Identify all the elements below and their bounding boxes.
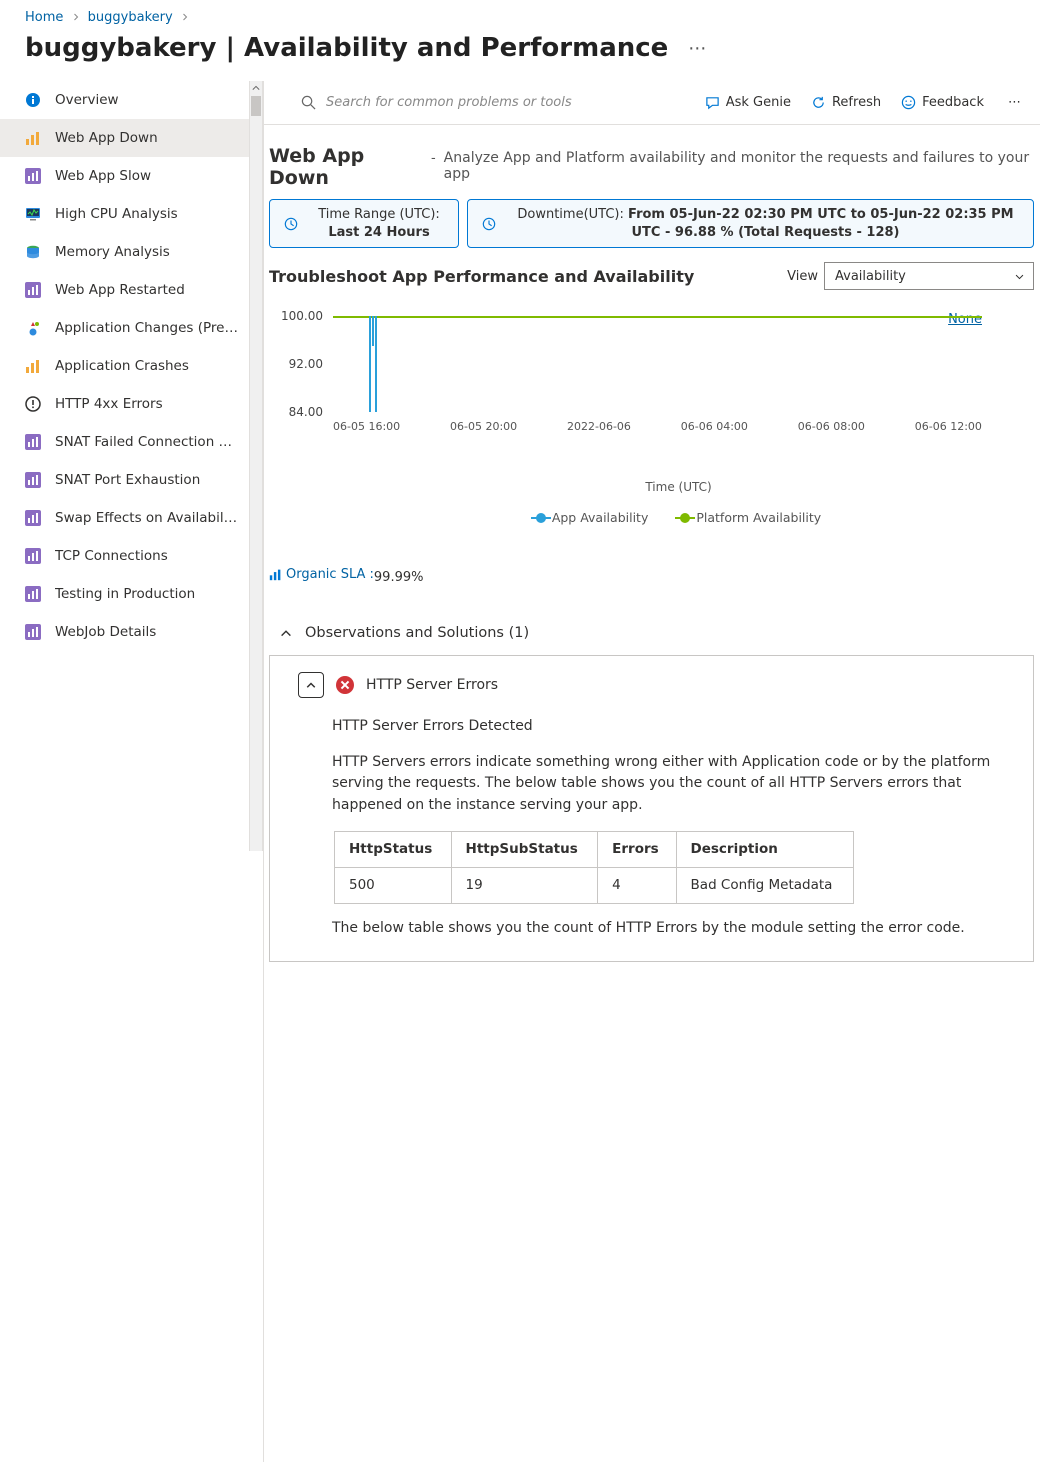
breadcrumb-project[interactable]: buggybakery	[88, 10, 173, 25]
chart-legend: App Availability Platform Availability	[269, 494, 1034, 525]
clock-icon	[482, 217, 496, 231]
page-title: buggybakery | Availability and Performan…	[25, 33, 668, 63]
breadcrumb: Home buggybakery	[0, 0, 1040, 31]
sidebar-item-label: Overview	[55, 92, 119, 108]
database-icon	[24, 243, 42, 261]
bar-chart-purple-icon	[24, 471, 42, 489]
section-heading: Web App Down	[269, 145, 423, 189]
panel-collapse-button[interactable]	[298, 672, 324, 698]
sidebar-item-tcp[interactable]: TCP Connections	[0, 537, 249, 575]
bar-chart-purple-icon	[24, 281, 42, 299]
more-actions-button[interactable]: ⋯	[688, 38, 707, 59]
sidebar-item-crashes[interactable]: Application Crashes	[0, 347, 249, 385]
section-description: Analyze App and Platform availability an…	[444, 150, 1030, 182]
sidebar-item-label: HTTP 4xx Errors	[55, 396, 163, 412]
sidebar-item-label: Web App Down	[55, 130, 158, 146]
panel-title: HTTP Server Errors	[366, 677, 498, 693]
sidebar-item-snat-port[interactable]: SNAT Port Exhaustion	[0, 461, 249, 499]
chevron-up-icon	[305, 679, 317, 691]
panel-paragraph: The below table shows you the count of H…	[332, 918, 1015, 940]
bar-chart-purple-icon	[24, 167, 42, 185]
sidebar-item-restarted[interactable]: Web App Restarted	[0, 271, 249, 309]
sidebar-item-label: Application Changes (Preview)	[55, 320, 239, 336]
panel-subheading: HTTP Server Errors Detected	[332, 716, 1015, 738]
sidebar-item-label: High CPU Analysis	[55, 206, 178, 222]
feedback-button[interactable]: Feedback	[901, 95, 984, 110]
sidebar-item-label: Memory Analysis	[55, 244, 170, 260]
sidebar-item-snat-failed[interactable]: SNAT Failed Connection Endp…	[0, 423, 249, 461]
sidebar-item-web-app-down[interactable]: Web App Down	[0, 119, 249, 157]
breadcrumb-home[interactable]: Home	[25, 10, 63, 25]
bar-chart-purple-icon	[24, 585, 42, 603]
x-axis-label: Time (UTC)	[269, 432, 1034, 494]
troubleshoot-title: Troubleshoot App Performance and Availab…	[269, 267, 694, 286]
sidebar-item-app-changes[interactable]: Application Changes (Preview)	[0, 309, 249, 347]
ask-genie-button[interactable]: Ask Genie	[705, 95, 791, 110]
view-label: View	[787, 269, 818, 284]
sidebar-item-label: SNAT Port Exhaustion	[55, 472, 200, 488]
sidebar-item-label: Testing in Production	[55, 586, 195, 602]
bar-chart-icon	[24, 129, 42, 147]
sidebar-item-overview[interactable]: Overview	[0, 81, 249, 119]
info-icon	[24, 91, 42, 109]
sidebar-item-webjob[interactable]: WebJob Details	[0, 613, 249, 651]
sidebar-item-label: SNAT Failed Connection Endp…	[55, 434, 239, 450]
bar-chart-purple-icon	[24, 547, 42, 565]
sidebar-item-http-4xx[interactable]: HTTP 4xx Errors	[0, 385, 249, 423]
more-toolbar-button[interactable]: ⋯	[1004, 95, 1026, 110]
chevron-up-icon	[279, 626, 293, 640]
bar-chart-purple-icon	[24, 433, 42, 451]
downtime-pill[interactable]: Downtime(UTC): From 05-Jun-22 02:30 PM U…	[467, 199, 1034, 248]
error-circle-icon	[24, 395, 42, 413]
chat-icon	[705, 95, 720, 110]
chevron-right-icon	[72, 13, 80, 21]
sla-value: 99.99%	[374, 570, 424, 585]
panel-paragraph: HTTP Servers errors indicate something w…	[332, 752, 1015, 817]
observations-toggle[interactable]: Observations and Solutions (1)	[263, 585, 1040, 655]
http-errors-table: HttpStatus HttpSubStatus Errors Descript…	[334, 831, 854, 904]
changes-icon	[24, 319, 42, 337]
search-input-wrap[interactable]	[301, 95, 695, 110]
bar-chart-purple-icon	[24, 623, 42, 641]
sidebar-item-memory[interactable]: Memory Analysis	[0, 233, 249, 271]
sidebar-item-label: WebJob Details	[55, 624, 156, 640]
sidebar-item-label: Web App Restarted	[55, 282, 185, 298]
sidebar-item-label: Web App Slow	[55, 168, 151, 184]
sidebar-item-label: Application Crashes	[55, 358, 189, 374]
sidebar-item-swap[interactable]: Swap Effects on Availability	[0, 499, 249, 537]
refresh-icon	[811, 95, 826, 110]
table-row: 500 19 4 Bad Config Metadata	[335, 867, 854, 903]
observation-panel: HTTP Server Errors HTTP Server Errors De…	[269, 655, 1034, 962]
sidebar-item-label: TCP Connections	[55, 548, 168, 564]
sidebar-item-label: Swap Effects on Availability	[55, 510, 239, 526]
clock-icon	[284, 217, 298, 231]
monitor-icon	[24, 205, 42, 223]
chevron-right-icon	[181, 13, 189, 21]
bar-chart-icon	[269, 568, 282, 581]
sidebar-item-web-app-slow[interactable]: Web App Slow	[0, 157, 249, 195]
time-range-pill[interactable]: Time Range (UTC): Last 24 Hours	[269, 199, 459, 248]
error-icon	[336, 676, 354, 694]
smile-icon	[901, 95, 916, 110]
view-select[interactable]: Availability	[824, 262, 1034, 290]
scroll-up-icon[interactable]	[250, 81, 262, 95]
search-icon	[301, 95, 316, 110]
chevron-down-icon	[1014, 271, 1025, 282]
sidebar-item-high-cpu[interactable]: High CPU Analysis	[0, 195, 249, 233]
organic-sla-link[interactable]: Organic SLA :	[269, 567, 374, 582]
bar-chart-icon	[24, 357, 42, 375]
availability-chart: None 100.00 92.00 84.00	[263, 290, 1040, 525]
bar-chart-purple-icon	[24, 509, 42, 527]
search-input[interactable]	[326, 95, 626, 110]
sidebar-item-testing[interactable]: Testing in Production	[0, 575, 249, 613]
refresh-button[interactable]: Refresh	[811, 95, 881, 110]
sidebar-scrollbar[interactable]	[249, 81, 263, 851]
sidebar: Overview Web App Down Web App Slow High …	[0, 81, 249, 651]
